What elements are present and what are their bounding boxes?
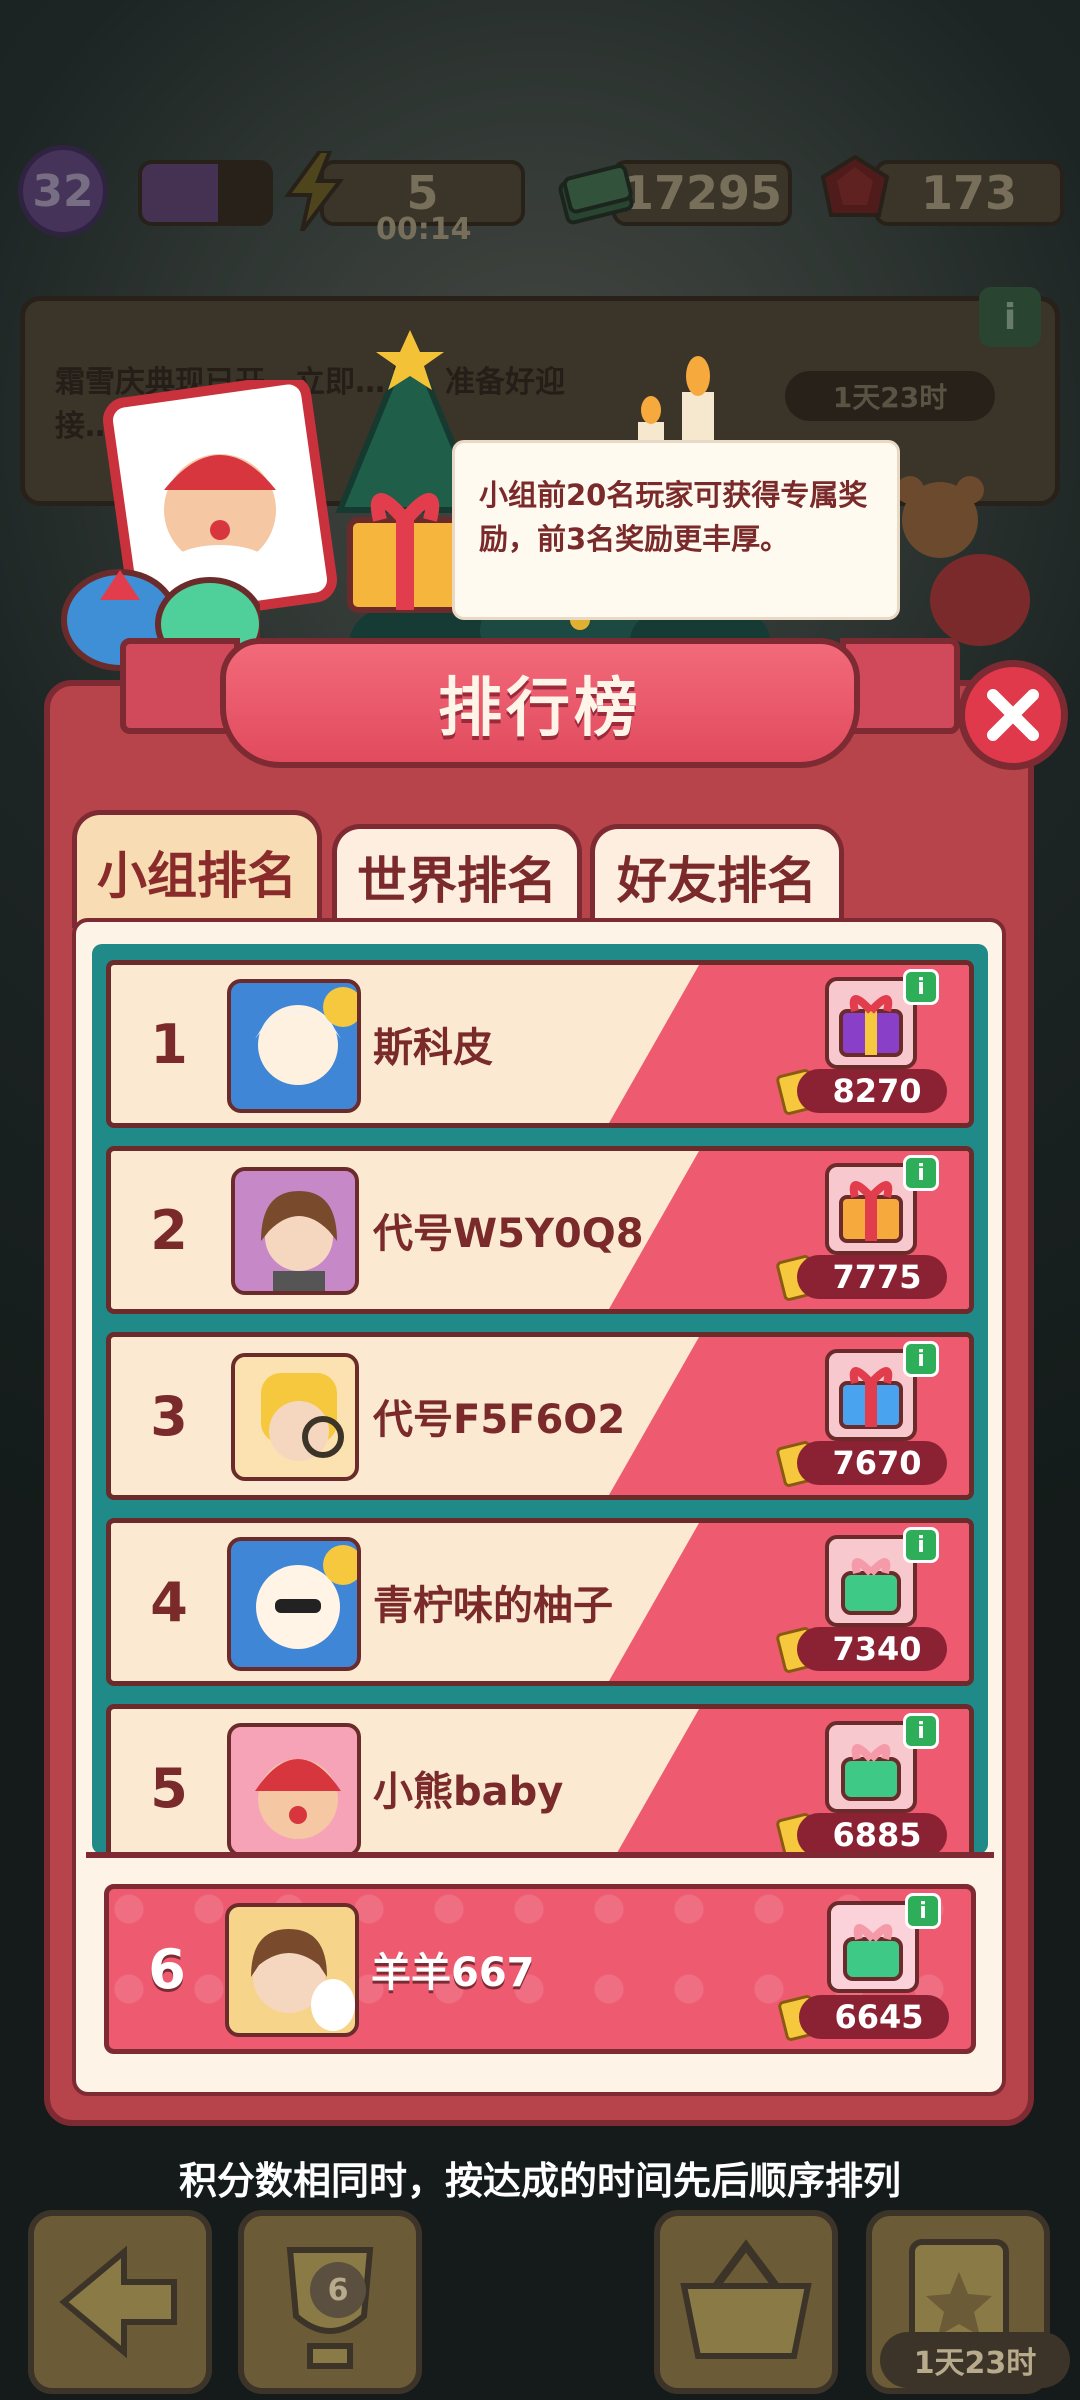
my-avatar[interactable] bbox=[225, 1903, 359, 2037]
my-player-name: 羊羊667 bbox=[371, 1950, 535, 1996]
reward-tooltip: 小组前20名玩家可获得专属奖励，前3名奖励更丰厚。 bbox=[452, 440, 900, 620]
ranking-list[interactable]: 1 斯科皮 i 8270 2 代号W5Y0Q8 i 7775 3 代号F5F6O… bbox=[92, 944, 988, 1854]
rank-number: 4 bbox=[150, 1570, 188, 1634]
ribbon-banner: 排行榜 bbox=[220, 638, 860, 768]
player-name: 代号W5Y0Q8 bbox=[373, 1211, 644, 1257]
tab-world-ranking[interactable]: 世界排名 bbox=[332, 824, 582, 924]
rank-number: 3 bbox=[150, 1384, 188, 1448]
player-name: 斯科皮 bbox=[373, 1025, 493, 1071]
basket-icon bbox=[680, 2239, 812, 2359]
close-icon bbox=[987, 689, 1039, 741]
score-value: 6885 bbox=[797, 1813, 947, 1854]
tie-break-note: 积分数相同时，按达成的时间先后顺序排列 bbox=[178, 2159, 901, 2203]
close-button[interactable] bbox=[958, 660, 1068, 770]
table-row[interactable]: 2 代号W5Y0Q8 i 7775 bbox=[106, 1146, 974, 1314]
score-value: 7340 bbox=[797, 1627, 947, 1671]
my-score-value: 6645 bbox=[799, 1995, 949, 2039]
table-row[interactable]: 1 斯科皮 i 8270 bbox=[106, 960, 974, 1128]
list-separator bbox=[86, 1852, 994, 1858]
avatar[interactable] bbox=[227, 1537, 361, 1671]
back-button[interactable] bbox=[28, 2210, 212, 2394]
shop-button[interactable] bbox=[654, 2210, 838, 2394]
leaderboard-title: 排行榜 bbox=[438, 672, 642, 746]
info-icon[interactable]: i bbox=[903, 1527, 939, 1563]
score-value: 7775 bbox=[797, 1255, 947, 1299]
back-arrow-icon bbox=[59, 2245, 177, 2359]
score-value: 7670 bbox=[797, 1441, 947, 1485]
avatar[interactable] bbox=[231, 1167, 359, 1295]
info-icon[interactable]: i bbox=[903, 969, 939, 1005]
player-name: 青柠味的柚子 bbox=[373, 1583, 613, 1629]
player-name: 小熊baby bbox=[373, 1769, 564, 1815]
info-icon[interactable]: i bbox=[903, 1341, 939, 1377]
rank-number: 1 bbox=[150, 1012, 188, 1076]
rank-number: 5 bbox=[150, 1756, 188, 1820]
info-icon[interactable]: i bbox=[903, 1713, 939, 1749]
tab-group-ranking[interactable]: 小组排名 bbox=[72, 810, 322, 928]
teddy-bear-decoration bbox=[880, 470, 1030, 654]
info-icon[interactable]: i bbox=[903, 1155, 939, 1191]
trophy-count: 6 bbox=[310, 2262, 366, 2318]
avatar[interactable] bbox=[231, 1353, 359, 1481]
player-name: 代号F5F6O2 bbox=[373, 1397, 626, 1443]
info-icon[interactable]: i bbox=[905, 1893, 941, 1929]
avatar[interactable] bbox=[227, 979, 361, 1113]
present-decoration bbox=[340, 470, 470, 624]
my-ranking-row[interactable]: 6 羊羊667 i 6645 bbox=[104, 1884, 976, 2054]
avatar[interactable] bbox=[227, 1723, 361, 1854]
tasks-timer: 1天23时 bbox=[880, 2332, 1070, 2388]
title-ribbon: 排行榜 bbox=[120, 628, 960, 788]
table-row[interactable]: 4 青柠味的柚子 i 7340 bbox=[106, 1518, 974, 1686]
rank-number: 2 bbox=[150, 1198, 188, 1262]
table-row[interactable]: 3 代号F5F6O2 i 7670 bbox=[106, 1332, 974, 1500]
score-value: 8270 bbox=[797, 1069, 947, 1113]
table-row[interactable]: 5 小熊baby i 6885 bbox=[106, 1704, 974, 1854]
my-rank-number: 6 bbox=[148, 1937, 186, 2001]
tab-friends-ranking[interactable]: 好友排名 bbox=[590, 824, 844, 924]
